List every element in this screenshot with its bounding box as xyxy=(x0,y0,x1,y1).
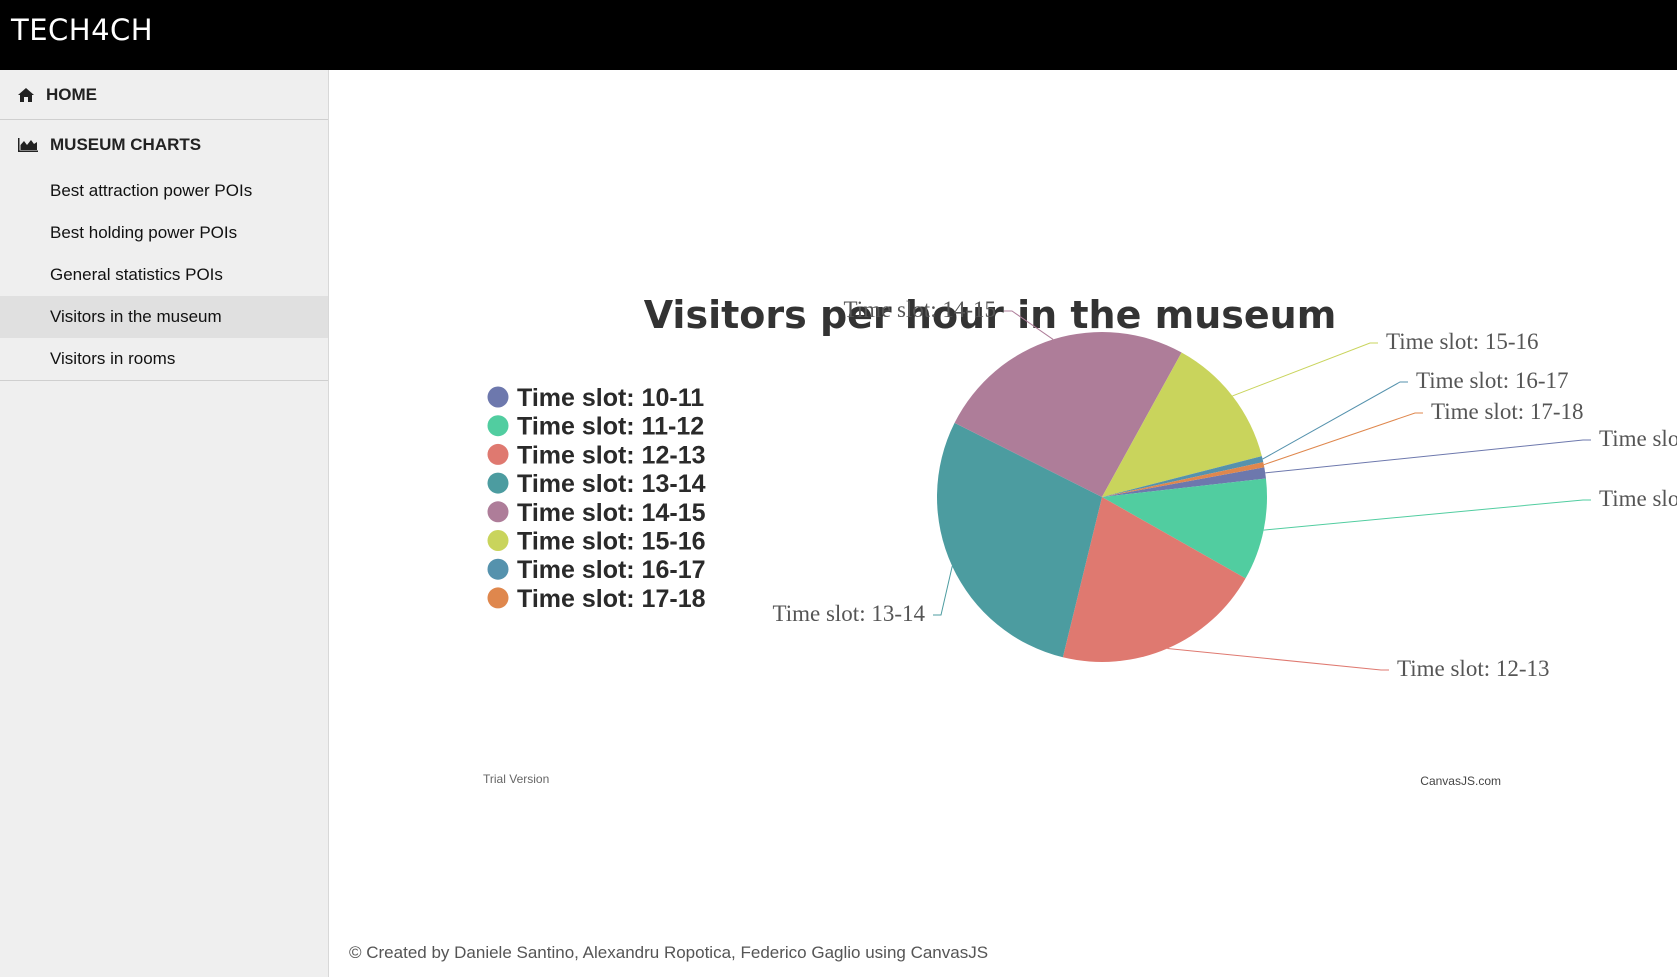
sidebar-group-museum-charts: MUSEUM CHARTS Best attraction power POIs… xyxy=(0,120,328,381)
legend-marker xyxy=(487,472,509,494)
legend-marker xyxy=(487,443,509,465)
pie-slice-label: Time slot: 16-17 xyxy=(1416,368,1569,393)
legend-label: Time slot: 10-11 xyxy=(517,384,704,412)
pie-slice-label: Time slot: 13-14 xyxy=(772,601,925,626)
sidebar-item-label: Visitors in the museum xyxy=(50,307,222,326)
sidebar-item-home-label: HOME xyxy=(46,84,97,104)
area-chart-icon xyxy=(18,138,38,152)
pie-slice-label: Time slot: 14-15 xyxy=(843,297,996,322)
sidebar-item-best-attraction-power[interactable]: Best attraction power POIs xyxy=(0,170,328,212)
sidebar-item-general-statistics[interactable]: General statistics POIs xyxy=(0,254,328,296)
pie-leader-line xyxy=(1265,439,1591,474)
visitors-pie-chart: Visitors per hour in the museum Time slo… xyxy=(483,293,1677,788)
pie-leader-line xyxy=(1263,412,1423,466)
legend-label: Time slot: 15-16 xyxy=(517,528,706,556)
legend-marker xyxy=(487,386,509,408)
pie-leader-line xyxy=(1263,499,1591,531)
legend-marker xyxy=(487,558,509,580)
legend-marker xyxy=(487,501,509,523)
legend-item[interactable]: Time slot: 15-16 xyxy=(487,528,706,556)
app-brand[interactable]: TECH4CH xyxy=(11,13,153,47)
legend-marker xyxy=(487,415,509,437)
sidebar-item-home[interactable]: HOME xyxy=(0,70,328,120)
legend-item[interactable]: Time slot: 12-13 xyxy=(487,441,706,469)
legend-item[interactable]: Time slot: 14-15 xyxy=(487,499,706,527)
legend-item[interactable]: Time slot: 10-11 xyxy=(487,384,705,412)
pie-slice-label: Time slot: 11-12 xyxy=(1599,486,1677,511)
pie-slice-label: Time slot: 10-11 xyxy=(1599,426,1677,451)
legend-item[interactable]: Time slot: 17-18 xyxy=(487,585,706,613)
pie-slice-label: Time slot: 15-16 xyxy=(1386,329,1539,354)
legend-marker xyxy=(487,530,509,551)
sidebar-item-visitors-rooms[interactable]: Visitors in rooms xyxy=(0,338,328,380)
legend-label: Time slot: 12-13 xyxy=(517,441,706,469)
legend-item[interactable]: Time slot: 13-14 xyxy=(487,470,706,498)
pie-slice-label: Time slot: 17-18 xyxy=(1431,399,1584,424)
pie-leader-line xyxy=(933,566,953,616)
sidebar-item-label: General statistics POIs xyxy=(50,265,223,284)
top-bar: TECH4CH xyxy=(0,0,1677,70)
sidebar-item-visitors-museum[interactable]: Visitors in the museum xyxy=(0,296,328,338)
main-content: Visitors per hour in the museum Time slo… xyxy=(329,70,1677,977)
legend-label: Time slot: 17-18 xyxy=(517,585,706,613)
trial-version-text: Trial Version xyxy=(483,772,549,786)
legend-label: Time slot: 14-15 xyxy=(517,499,706,527)
pie-leader-line xyxy=(1167,647,1389,671)
legend-item[interactable]: Time slot: 16-17 xyxy=(487,556,706,584)
sidebar-item-label: Visitors in rooms xyxy=(50,349,176,368)
pie-slice-label: Time slot: 12-13 xyxy=(1397,656,1550,681)
sidebar-item-museum-charts[interactable]: MUSEUM CHARTS xyxy=(0,120,328,170)
canvasjs-credit-link[interactable]: CanvasJS.com xyxy=(1420,774,1501,788)
sidebar: HOME MUSEUM CHARTS Best attraction power… xyxy=(0,70,329,977)
legend-marker xyxy=(487,587,509,609)
pie-leader-line xyxy=(1232,342,1378,397)
sidebar-item-best-holding-power[interactable]: Best holding power POIs xyxy=(0,212,328,254)
legend-item[interactable]: Time slot: 11-12 xyxy=(487,413,705,441)
sidebar-item-label: Best attraction power POIs xyxy=(50,181,253,200)
legend-label: Time slot: 13-14 xyxy=(517,470,706,498)
page-footer: © Created by Daniele Santino, Alexandru … xyxy=(349,943,989,962)
pie-leader-line xyxy=(1262,381,1408,460)
sidebar-item-museum-charts-label: MUSEUM CHARTS xyxy=(50,135,202,154)
home-icon xyxy=(18,87,34,102)
legend-label: Time slot: 11-12 xyxy=(517,413,704,441)
sidebar-item-label: Best holding power POIs xyxy=(50,223,238,242)
legend-label: Time slot: 16-17 xyxy=(517,556,706,584)
